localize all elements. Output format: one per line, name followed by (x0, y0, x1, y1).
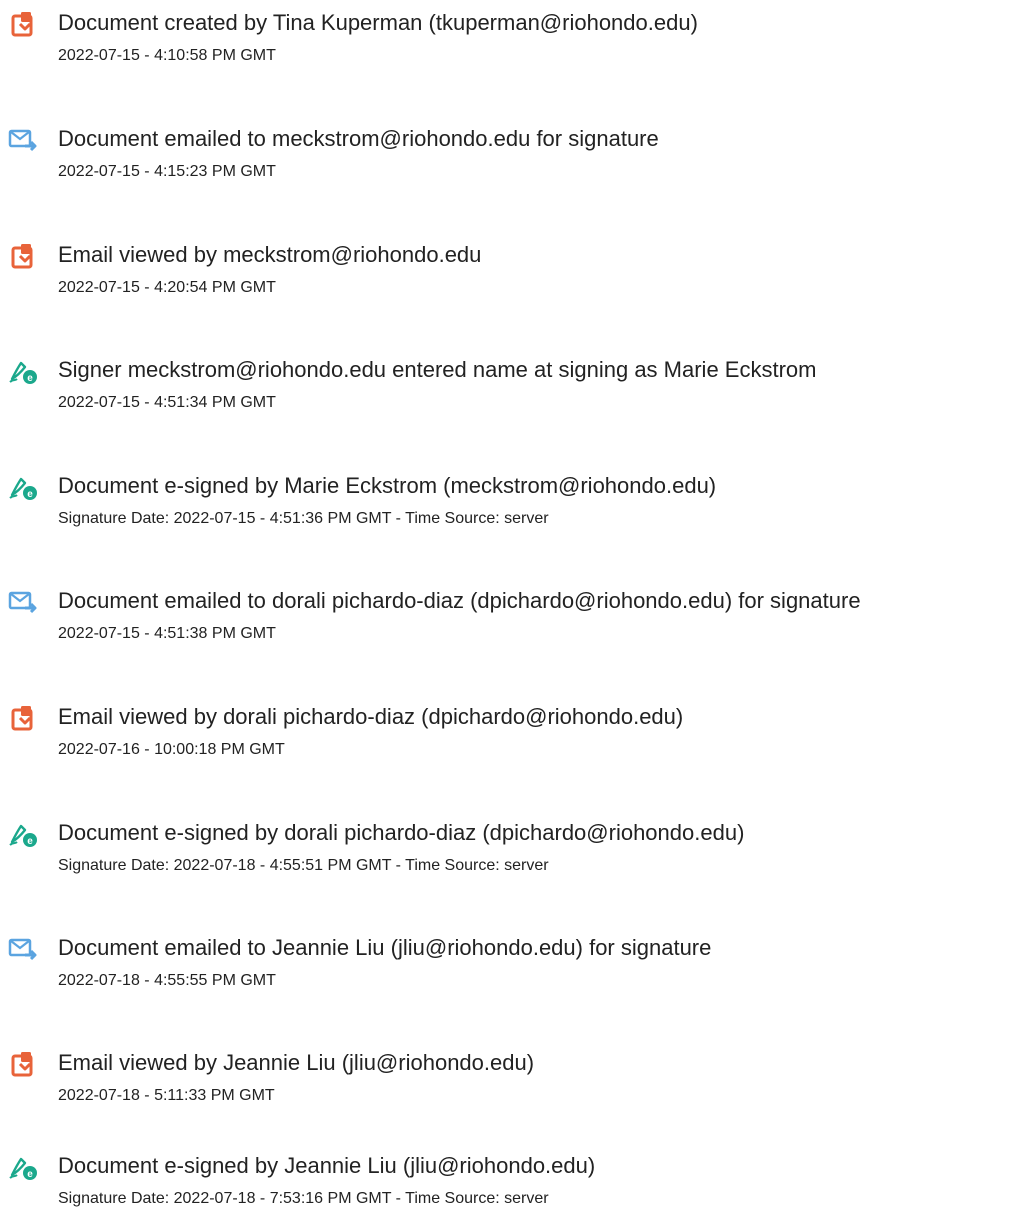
pen-signature-icon: e (8, 473, 38, 501)
audit-event: e Document e-signed by Marie Eckstrom (m… (0, 463, 1031, 543)
event-title: Email viewed by Jeannie Liu (jliu@riohon… (58, 1050, 535, 1075)
event-title: Document emailed to meckstrom@riohondo.e… (58, 126, 659, 151)
pen-signature-icon: e (8, 357, 38, 385)
audit-event: Document emailed to dorali pichardo-diaz… (0, 578, 1031, 658)
svg-text:e: e (27, 1169, 33, 1180)
svg-text:e: e (27, 373, 33, 384)
event-timestamp: 2022-07-16 - 10:00:18 PM GMT (58, 741, 285, 758)
event-timestamp: 2022-07-15 - 4:51:34 PM GMT (58, 394, 276, 411)
event-timestamp: 2022-07-15 - 4:10:58 PM GMT (58, 47, 276, 64)
event-title: Document emailed to Jeannie Liu (jliu@ri… (58, 935, 712, 960)
audit-event: e Signer meckstrom@riohondo.edu entered … (0, 347, 1031, 427)
pen-signature-icon: e (8, 1153, 38, 1181)
document-viewed-icon (8, 1050, 38, 1078)
event-title: Document e-signed by Marie Eckstrom (mec… (58, 473, 717, 498)
audit-event: Email viewed by dorali pichardo-diaz (dp… (0, 694, 1031, 774)
event-timestamp: Signature Date: 2022-07-18 - 7:53:16 PM … (58, 1190, 549, 1207)
event-title: Document created by Tina Kuperman (tkupe… (58, 10, 698, 35)
email-sent-icon (8, 126, 38, 154)
audit-event: Email viewed by Jeannie Liu (jliu@riohon… (0, 1040, 1031, 1120)
event-title: Document emailed to dorali pichardo-diaz… (58, 588, 861, 613)
document-viewed-icon (8, 704, 38, 732)
event-timestamp: 2022-07-15 - 4:20:54 PM GMT (58, 279, 276, 296)
audit-event: Document emailed to Jeannie Liu (jliu@ri… (0, 925, 1031, 1005)
email-sent-icon (8, 935, 38, 963)
event-timestamp: 2022-07-15 - 4:15:23 PM GMT (58, 163, 276, 180)
event-timestamp: 2022-07-18 - 4:55:55 PM GMT (58, 972, 276, 989)
svg-text:e: e (27, 489, 33, 500)
event-timestamp: Signature Date: 2022-07-18 - 4:55:51 PM … (58, 857, 549, 874)
event-title: Email viewed by meckstrom@riohondo.edu (58, 242, 482, 267)
event-title: Email viewed by dorali pichardo-diaz (dp… (58, 704, 684, 729)
audit-event: Document created by Tina Kuperman (tkupe… (0, 0, 1031, 80)
document-created-icon (8, 10, 38, 38)
email-sent-icon (8, 588, 38, 616)
document-viewed-icon (8, 242, 38, 270)
event-timestamp: Signature Date: 2022-07-15 - 4:51:36 PM … (58, 510, 549, 527)
event-title: Signer meckstrom@riohondo.edu entered na… (58, 357, 817, 382)
audit-event: e Document e-signed by Jeannie Liu (jliu… (0, 1143, 1031, 1223)
event-timestamp: 2022-07-18 - 5:11:33 PM GMT (58, 1087, 275, 1104)
event-title: Document e-signed by Jeannie Liu (jliu@r… (58, 1153, 596, 1178)
pen-signature-icon: e (8, 820, 38, 848)
audit-event: Document emailed to meckstrom@riohondo.e… (0, 116, 1031, 196)
event-title: Document e-signed by dorali pichardo-dia… (58, 820, 745, 845)
event-timestamp: 2022-07-15 - 4:51:38 PM GMT (58, 625, 276, 642)
audit-event: e Document e-signed by dorali pichardo-d… (0, 810, 1031, 890)
svg-text:e: e (27, 836, 33, 847)
audit-event: Email viewed by meckstrom@riohondo.edu 2… (0, 232, 1031, 312)
